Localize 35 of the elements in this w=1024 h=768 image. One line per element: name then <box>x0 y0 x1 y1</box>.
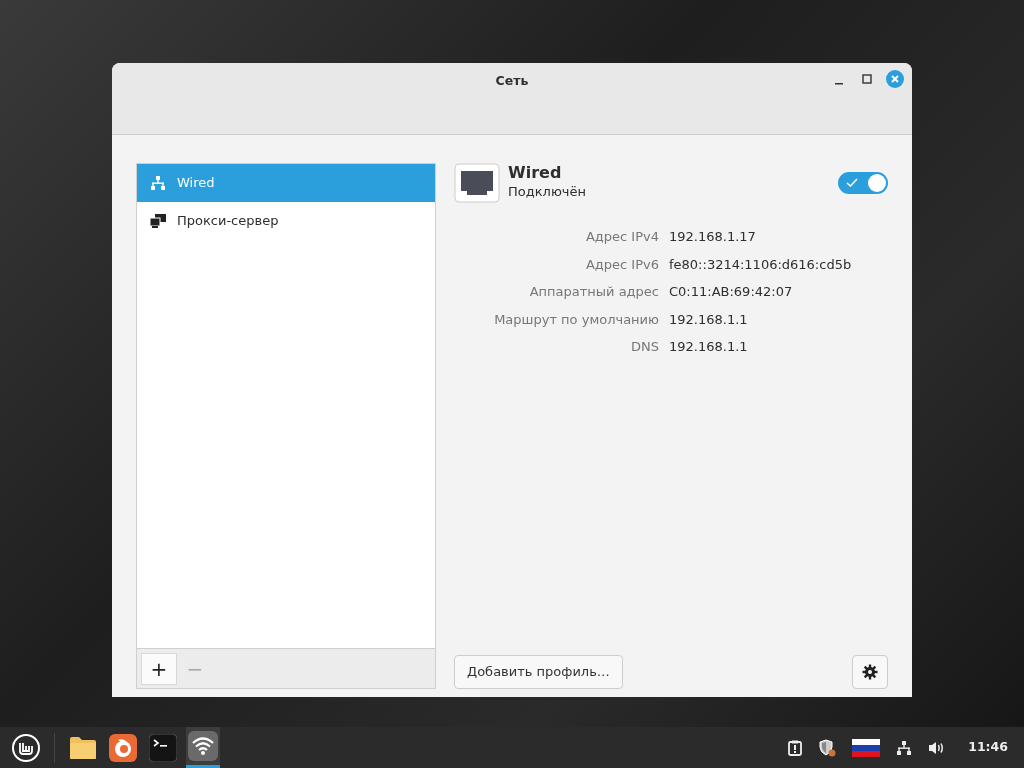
network-icon[interactable] <box>896 739 913 756</box>
field-value: 192.168.1.1 <box>669 338 749 356</box>
field-value: 192.168.1.1 <box>669 310 749 329</box>
folder-icon <box>69 735 97 760</box>
sidebar-item[interactable]: Прокси-сервер <box>137 202 435 240</box>
field-label: Аппаратный адрес <box>528 283 659 301</box>
toggle-switch[interactable] <box>838 172 888 194</box>
clipboard-alert-icon[interactable] <box>788 739 803 756</box>
field-value: C0:11:AB:69:42:07 <box>669 283 794 301</box>
close-button[interactable] <box>886 70 904 88</box>
field-label: DNS <box>630 338 659 356</box>
add-profile-button[interactable]: Добавить профиль… <box>454 655 623 689</box>
field-label: Адрес IPv6 <box>584 255 659 274</box>
device-status: Подключён <box>508 183 586 202</box>
field-value: 192.168.1.17 <box>669 228 757 246</box>
check-icon <box>846 178 858 188</box>
terminal-icon <box>149 733 177 762</box>
field-label: Адрес IPv4 <box>584 228 659 246</box>
taskbar-app-button[interactable] <box>186 727 220 768</box>
clock[interactable]: 11:46 <box>968 738 1008 757</box>
gear-icon <box>862 664 878 680</box>
window-title: Сеть <box>495 72 529 90</box>
field-label: Маршрут по умолчанию <box>493 310 659 329</box>
russian-flag-icon[interactable] <box>852 738 881 757</box>
shield-icon[interactable] <box>818 738 837 757</box>
settings-button[interactable] <box>852 655 888 689</box>
computers-icon <box>149 213 167 229</box>
maximize-icon <box>862 74 872 84</box>
minimize-icon <box>835 83 843 85</box>
ethernet-port-icon <box>454 163 500 203</box>
wifi-icon <box>188 731 218 761</box>
add-button[interactable]: + <box>141 652 177 685</box>
field-value: fe80::3214:1106:d616:cd5b <box>669 255 853 274</box>
device-name: Wired <box>508 164 563 183</box>
network-icon <box>149 175 167 191</box>
